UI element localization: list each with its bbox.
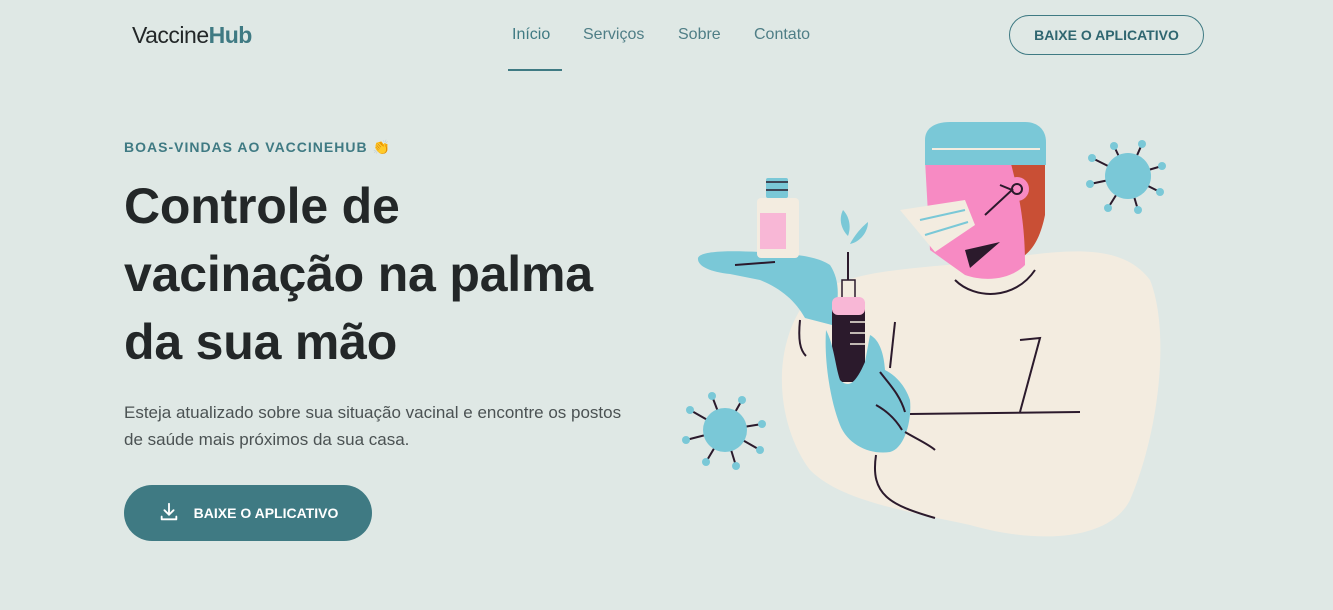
nav-item-inicio[interactable]: Início xyxy=(512,26,550,44)
download-app-header-button[interactable]: BAIXE O APLICATIVO xyxy=(1009,15,1204,55)
virus-icon xyxy=(682,392,766,470)
nav-item-sobre[interactable]: Sobre xyxy=(678,26,721,44)
download-icon xyxy=(158,501,180,526)
nurse-with-vaccine-illustration xyxy=(682,122,1166,537)
headline-line-1: Controle de xyxy=(124,178,400,234)
nav-item-servicos[interactable]: Serviços xyxy=(583,26,644,44)
headline-line-3: da sua mão xyxy=(124,314,398,370)
hero-eyebrow: BOAS-VINDAS AO VACCINEHUB 👏 xyxy=(124,139,391,155)
vial-label xyxy=(760,213,786,249)
hero-headline: Controle de vacinação na palma da sua mã… xyxy=(124,172,664,376)
hero-subtitle: Esteja atualizado sobre sua situação vac… xyxy=(124,403,622,449)
drop-2 xyxy=(850,222,868,244)
virus-icon xyxy=(1086,140,1166,214)
nav-item-contato[interactable]: Contato xyxy=(754,26,810,44)
vial-cap xyxy=(766,178,788,198)
download-app-hero-button[interactable]: BAIXE O APLICATIVO xyxy=(124,485,372,541)
cap-shape xyxy=(925,122,1046,165)
syringe-top xyxy=(832,297,865,315)
headline-line-2: vacinação na palma xyxy=(124,246,593,302)
active-nav-indicator xyxy=(508,69,562,71)
download-app-hero-label: BAIXE O APLICATIVO xyxy=(193,505,339,521)
drop-1 xyxy=(840,210,850,236)
syringe-hub xyxy=(841,279,856,299)
